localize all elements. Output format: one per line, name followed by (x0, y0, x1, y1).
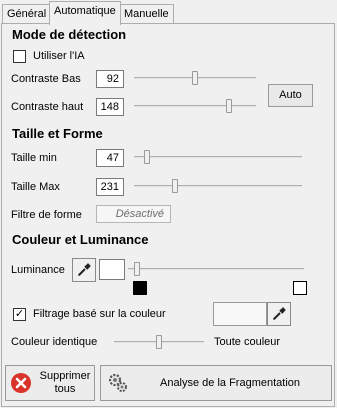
luminance-min-swatch (133, 281, 147, 295)
eyedropper-icon (77, 263, 91, 277)
luminance-color-swatch[interactable] (99, 259, 125, 280)
luminance-slider[interactable] (128, 262, 304, 276)
delete-all-button[interactable]: Supprimer tous (5, 365, 95, 401)
eyedropper-icon (272, 307, 286, 321)
tab-automatique[interactable]: Automatique (49, 1, 121, 25)
use-ai-checkbox[interactable] (13, 50, 26, 63)
analyze-label: Analyse de la Fragmentation (159, 377, 301, 389)
slider-track (134, 105, 256, 107)
color-luminance-title: Couleur et Luminance (12, 232, 149, 247)
all-colors-label: Toute couleur (214, 336, 281, 348)
size-shape-title: Taille et Forme (12, 126, 103, 141)
tab-general[interactable]: Général (2, 4, 52, 24)
slider-track (134, 185, 302, 187)
use-ai-label: Utiliser l'IA (33, 50, 85, 62)
filter-color-swatch[interactable] (213, 302, 267, 326)
luminance-label: Luminance (11, 264, 65, 276)
color-filter-label: Filtrage basé sur la couleur (33, 308, 166, 320)
slider-thumb[interactable] (226, 99, 232, 113)
slider-thumb[interactable] (134, 262, 140, 276)
gears-icon (107, 372, 129, 397)
size-max-slider[interactable] (134, 179, 302, 193)
size-min-slider[interactable] (134, 150, 302, 164)
identical-color-label: Couleur identique (11, 336, 98, 348)
slider-track (134, 156, 302, 158)
contrast-low-slider[interactable] (134, 71, 256, 85)
slider-thumb[interactable] (172, 179, 178, 193)
delete-label-line-1: Supprimer (39, 370, 91, 382)
slider-thumb[interactable] (156, 335, 162, 349)
size-max-label: Taille Max (11, 181, 60, 193)
contrast-low-field[interactable]: 92 (96, 70, 124, 88)
tab-manuelle[interactable]: Manuelle (119, 4, 174, 24)
contrast-high-slider[interactable] (134, 99, 256, 113)
contrast-high-field[interactable]: 148 (96, 98, 124, 116)
filter-eyedropper-button[interactable] (267, 302, 291, 326)
size-max-field[interactable]: 231 (96, 178, 124, 196)
close-icon (11, 373, 31, 393)
contrast-low-label: Contraste Bas (11, 73, 81, 85)
size-min-label: Taille min (11, 152, 57, 164)
slider-thumb[interactable] (144, 150, 150, 164)
slider-thumb[interactable] (192, 71, 198, 85)
shape-filter-label: Filtre de forme (11, 209, 82, 221)
detection-title: Mode de détection (12, 27, 127, 42)
luminance-max-swatch (293, 281, 307, 295)
color-filter-checkbox[interactable]: ✓ (13, 308, 26, 321)
delete-label-line-2: tous (54, 383, 76, 395)
color-tolerance-slider[interactable] (114, 335, 204, 349)
auto-button[interactable]: Auto (268, 84, 313, 107)
luminance-eyedropper-button[interactable] (72, 258, 96, 282)
size-min-field[interactable]: 47 (96, 149, 124, 167)
shape-filter-field: Désactivé (96, 205, 171, 223)
slider-track (128, 268, 304, 270)
tab-panel-automatique: Mode de détection Utiliser l'IA Contrast… (1, 23, 335, 407)
analyze-fragmentation-button[interactable]: Analyse de la Fragmentation (100, 365, 332, 401)
delete-all-label: Supprimer tous (36, 370, 94, 396)
tab-strip: Général Automatique Manuelle (0, 0, 337, 25)
contrast-high-label: Contraste haut (11, 101, 84, 113)
